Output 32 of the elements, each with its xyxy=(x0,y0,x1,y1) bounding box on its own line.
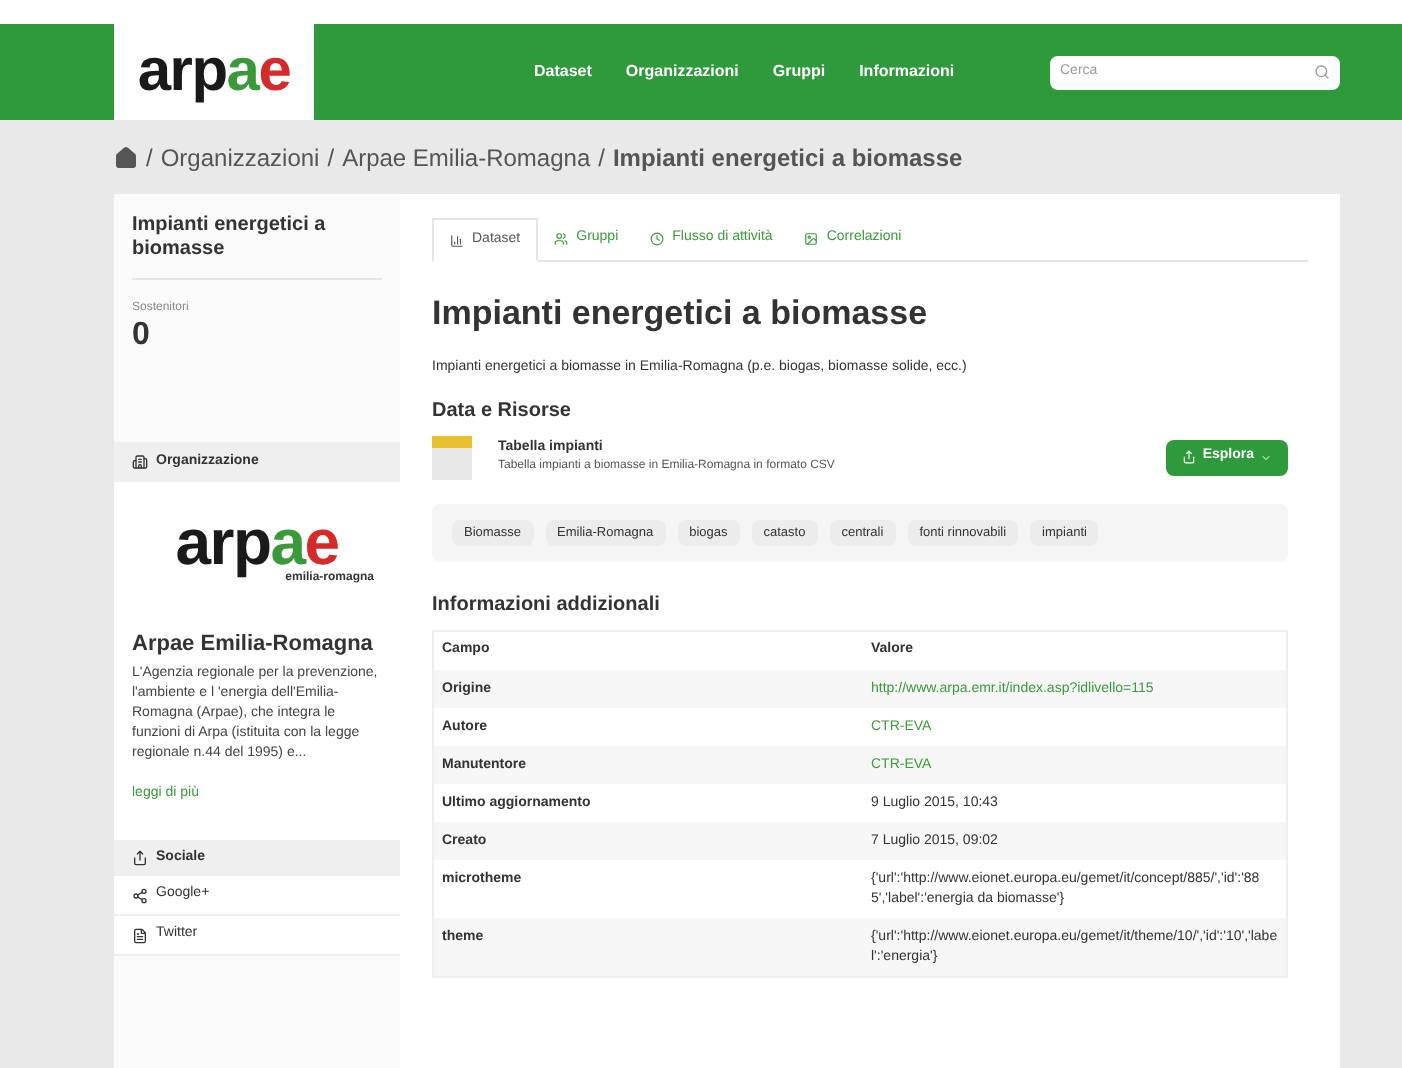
organization-name: Arpae Emilia-Romagna xyxy=(132,632,375,658)
breadcrumb-separator: / xyxy=(146,141,153,175)
share-arrow-icon xyxy=(1182,450,1197,464)
breadcrumb-current: Impianti energetici a biomasse xyxy=(612,141,963,175)
caret-icon xyxy=(1260,451,1272,463)
organization-logo: arpae xyxy=(175,510,339,574)
followers-count: 0 xyxy=(132,318,152,354)
clock-icon xyxy=(650,232,665,246)
search-icon xyxy=(1314,64,1330,80)
breadcrumb-link[interactable]: Organizzazioni xyxy=(160,139,320,175)
document-icon xyxy=(132,927,148,943)
nav-link[interactable]: Informazioni xyxy=(859,60,955,84)
logo-text: arpae xyxy=(137,42,291,102)
building-icon xyxy=(132,454,148,470)
home-icon[interactable] xyxy=(114,145,138,169)
breadcrumb-separator: / xyxy=(598,141,605,175)
bar-chart-icon xyxy=(450,233,464,247)
section-heading: Informazioni addizionali xyxy=(432,592,662,621)
nav-link[interactable]: Organizzazioni xyxy=(625,60,739,84)
logo-panel[interactable]: arpae xyxy=(114,24,314,120)
nav-link[interactable]: Dataset xyxy=(534,60,592,84)
spreadsheet-file-icon xyxy=(432,435,472,479)
users-icon xyxy=(554,232,569,246)
sidebar-title: Impianti energetici a biomasse xyxy=(132,214,382,280)
section-heading: Data e Risorse xyxy=(432,397,573,425)
nav-link[interactable]: Gruppi xyxy=(772,60,826,84)
share-nodes-icon xyxy=(132,887,148,903)
breadcrumb-separator: / xyxy=(327,141,335,175)
breadcrumb-link[interactable]: Arpae Emilia-Romagna xyxy=(342,139,591,175)
share-icon xyxy=(132,850,148,866)
image-icon xyxy=(804,232,819,246)
dataset-title: Impianti energetici a biomasse xyxy=(432,294,930,334)
